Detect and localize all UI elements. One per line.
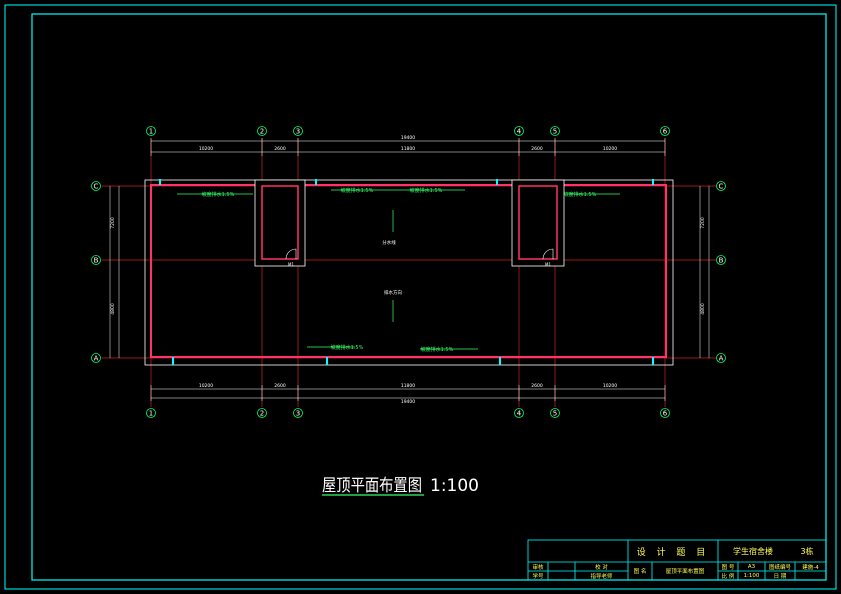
axis-bubble-bottom-1: 1 [146,408,156,418]
axis-bubble-top-4-label: 4 [517,128,522,136]
axis-bubble-bottom-3: 3 [293,408,303,418]
axis-bubble-left-A-label: A [94,355,99,363]
dim-top-seg-3: 2600 [531,146,543,152]
axis-bubble-left-B-label: B [94,257,99,265]
center-down-label: 排水方向 [384,289,402,296]
slope-label-5: 坡度排水1.5% [421,346,454,353]
drawing-title: 屋顶平面布置图 1:100 [322,476,479,496]
axis-bubble-left-A: A [91,353,101,363]
axis-bubble-bottom-6-label: 6 [663,410,668,418]
slope-label-3: 坡度排水1.5% [564,191,597,198]
dim-top-seg-1: 2600 [274,146,286,152]
tb-group: 3栋 [800,546,814,556]
dim-bottom-seg-0: 10200 [199,383,213,389]
axis-bubble-top-5-label: 5 [553,128,557,136]
axis-bubble-top-2: 2 [257,126,267,136]
tb-drawing-no-label: 图纸编号 [768,564,791,571]
axis-bubble-right-C: C [716,181,726,191]
roof-plan-drawing: 坡度排水1.5% 坡度排水1.5% 坡度排水1.5% 坡度排水1.5% 坡度排水1.5%… [0,0,841,594]
drawing-title-scale: 1:100 [430,476,479,496]
dim-top-total: 19400 [401,135,415,141]
dim-right-seg-0: 7200 [700,217,706,229]
center-up-label: 分水线 [382,239,396,246]
axis-bubble-bottom-6: 6 [660,408,670,418]
axis-bubble-left-C: C [91,181,101,191]
axis-bubble-right-A: A [716,353,726,363]
dim-bottom-seg-4: 10200 [603,383,617,389]
tb-drawing-no: 建施-4 [802,564,819,571]
slope-label-0: 坡度排水1.5% [202,191,235,198]
stair-shaft-right-outer [511,179,565,267]
axis-bubble-bottom-5-label: 5 [553,410,557,418]
tb-sheet-label: 图 号 [721,564,735,571]
dim-top-seg-2: 11800 [401,146,415,152]
dim-bottom-seg-2: 11800 [401,383,415,389]
tb-sheet-value: A3 [747,563,756,570]
dim-bottom-seg-3: 2600 [531,383,543,389]
tb-project-name: 学生宿舍楼 [733,546,773,556]
axis-bubble-bottom-2: 2 [257,408,267,418]
axis-bubble-bottom-4-label: 4 [517,410,522,418]
axis-bubble-top-3: 3 [293,126,303,136]
dim-top-seg-0: 10200 [199,146,213,152]
tb-scale-value: 1:100 [743,572,760,579]
tb-drawing-name-label: 图 名 [633,569,647,575]
axis-bubble-top-2-label: 2 [260,128,264,136]
dim-bottom-total: 19400 [401,399,415,405]
axis-bubble-top-1-label: 1 [149,128,153,136]
axis-bubble-bottom-2-label: 2 [260,410,264,418]
slope-label-4: 坡度排水1.5% [331,344,364,351]
dim-left-seg-1: 4800 [110,303,116,315]
axis-bubble-right-B: B [716,255,726,265]
door-label-right: M1 [545,262,551,267]
axis-bubble-left-B: B [91,255,101,265]
dim-top-seg-4: 10200 [603,146,617,152]
axis-bubble-top-6: 6 [660,126,670,136]
tb-design-title-label: 设 计 题 目 [636,547,710,558]
tb-check: 校 对 [595,564,608,571]
axis-bubble-top-3-label: 3 [296,128,300,136]
dim-bottom-seg-1: 2600 [274,383,286,389]
tb-review: 审核 [532,564,544,571]
axis-bubble-top-4: 4 [514,126,524,136]
axis-bubble-left-C-label: C [94,183,99,191]
dim-left-seg-0: 7200 [110,217,116,229]
tb-student-id: 学号 [532,573,544,580]
axis-bubble-right-A-label: A [719,355,724,363]
slope-label-1: 坡度排水1.5% [341,187,374,194]
tb-drawing-name: 屋顶平面布置图 [665,569,705,575]
tb-date-label: 日 期 [773,573,787,580]
dim-right-seg-1: 4800 [700,303,706,315]
axis-bubble-right-B-label: B [719,257,724,265]
tb-scale-label: 比 例 [721,573,735,580]
tb-student-name: 指导老师 [590,573,613,580]
axis-bubble-top-1: 1 [146,126,156,136]
axis-bubble-top-6-label: 6 [663,128,668,136]
axis-bubble-top-5: 5 [550,126,560,136]
axis-bubble-bottom-1-label: 1 [149,410,153,418]
background [0,0,841,594]
drawing-title-main: 屋顶平面布置图 [322,476,422,496]
axis-bubble-bottom-5: 5 [550,408,560,418]
slope-label-2: 坡度排水1.5% [410,187,443,194]
axis-bubble-bottom-4: 4 [514,408,524,418]
axis-bubble-right-C-label: C [719,183,724,191]
door-label-left: M1 [288,262,294,267]
axis-bubble-bottom-3-label: 3 [296,410,300,418]
